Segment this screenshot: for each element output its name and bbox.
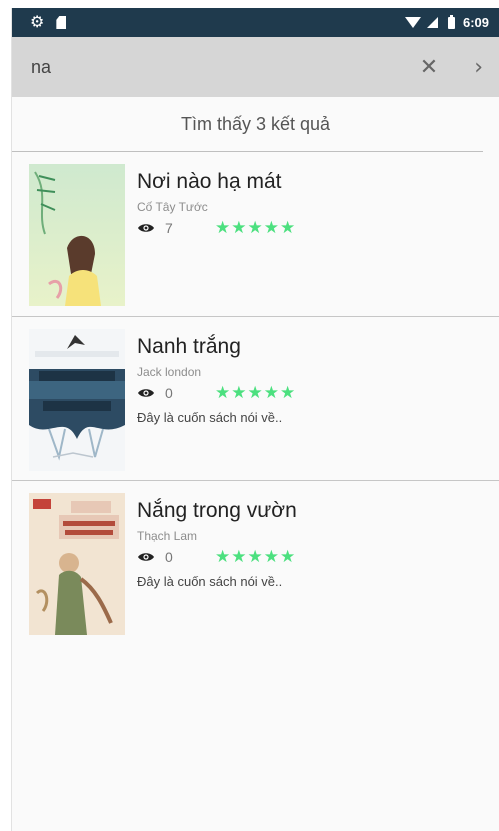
book-cover-image: [29, 329, 125, 471]
battery-icon: [447, 14, 455, 29]
book-item[interactable]: Nơi nào hạ mát Cố Tây Tước 7 ★★★★★: [12, 152, 499, 316]
wifi-icon: [404, 17, 421, 28]
eye-icon: [138, 553, 154, 561]
book-cover-image: [29, 493, 125, 635]
view-count: 7: [165, 220, 173, 236]
search-go-button[interactable]: ›: [474, 55, 483, 80]
book-title: Nanh trắng: [137, 335, 241, 358]
book-author: Cố Tây Tước: [137, 200, 208, 214]
close-icon: ✕: [419, 54, 439, 80]
result-count: Tìm thấy 3 kết quả: [180, 114, 331, 134]
book-author: Jack london: [137, 365, 202, 379]
book-cover-image: [29, 164, 125, 306]
book-item[interactable]: Nanh trắng Jack london 0 ★★★★★ Đây là cu…: [12, 316, 499, 480]
sd-card-icon: [56, 16, 67, 29]
chevron-right-icon: ›: [474, 54, 483, 80]
signal-icon: [426, 17, 438, 28]
book-title: Nơi nào hạ mát: [137, 170, 282, 193]
search-bar: ✕ ›: [12, 37, 499, 97]
gear-icon: ⚙: [30, 13, 45, 31]
rating-stars: ★★★★★: [215, 218, 297, 237]
clear-search-button[interactable]: ✕: [420, 55, 438, 80]
view-count: 0: [165, 549, 173, 565]
rating-stars: ★★★★★: [215, 383, 297, 402]
book-description: Đây là cuốn sách nói về..: [137, 410, 283, 425]
book-item[interactable]: Nắng trong vườn Thạch Lam 0 ★★★★★ Đây là…: [12, 480, 499, 644]
view-count: 0: [165, 385, 173, 401]
book-description: Đây là cuốn sách nói về..: [137, 574, 283, 589]
book-list: Nơi nào hạ mát Cố Tây Tước 7 ★★★★★ Nanh …: [12, 152, 499, 644]
app-screen: ⚙ 6:09 ✕ › Tìm thấy 3 kết quả: [12, 8, 499, 831]
rating-stars: ★★★★★: [215, 547, 297, 566]
status-time: 6:09: [462, 15, 489, 30]
book-title: Nắng trong vườn: [137, 499, 297, 522]
book-author: Thạch Lam: [137, 529, 198, 543]
status-bar: ⚙ 6:09: [12, 8, 499, 37]
search-input[interactable]: [29, 55, 420, 79]
eye-icon: [138, 389, 154, 397]
eye-icon: [138, 224, 154, 232]
